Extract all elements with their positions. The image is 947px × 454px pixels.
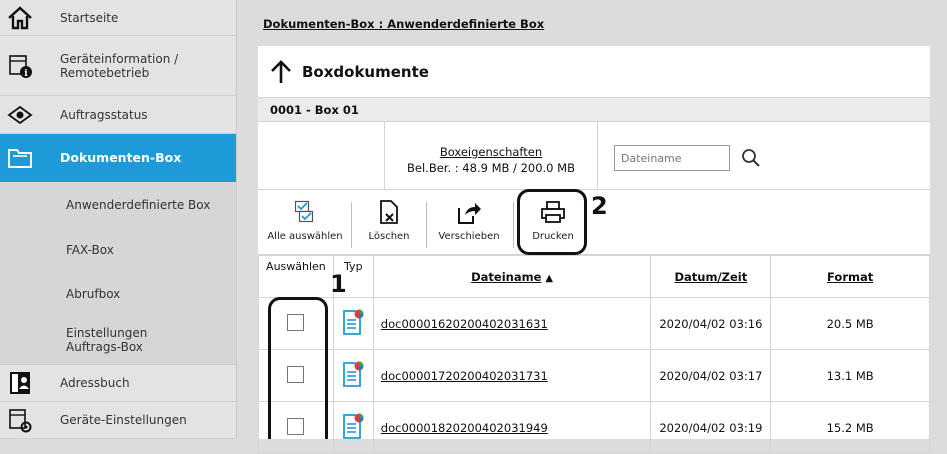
sidebar-item-label: Abrufbox [66,287,121,301]
row-checkbox[interactable] [287,417,305,435]
sidebar-item-label: Geräteinformation / Remotebetrieb [60,51,179,80]
sort-datetime-link[interactable]: Datum/Zeit [675,270,748,284]
row-checkbox[interactable] [287,313,305,331]
datetime-cell: 2020/04/02 03:19 [650,401,772,454]
panel-header: Boxdokumente [258,46,930,98]
sidebar-item-abrufbox[interactable]: Abrufbox [0,272,236,316]
sidebar-item-label: FAX-Box [66,243,114,257]
documents-table: Auswählen Typ Dateiname ▲ Datum/Zeit For… [258,255,930,454]
table-row: doc00001620200402031631 2020/04/02 03:16… [258,297,930,350]
format-cell: 13.1 MB [770,349,930,402]
print-label: Drucken [532,231,574,242]
sidebar-item-label: Startseite [60,10,119,25]
filename-link[interactable]: doc00001620200402031631 [375,317,548,331]
sidebar-item-auftragsstatus[interactable]: Auftragsstatus [0,96,236,134]
sidebar-item-fax-box[interactable]: FAX-Box [0,228,236,272]
sidebar-item-geraeteinformation[interactable]: i Geräteinformation / Remotebetrieb [0,36,236,96]
sidebar-item-label: Dokumenten-Box [60,150,182,165]
device-info-icon: i [0,36,40,95]
sidebar-item-label: Adressbuch [60,376,130,390]
sidebar-item-label: Geräte-Einstellungen [60,413,187,427]
sort-format-link[interactable]: Format [827,270,873,284]
scanned-document-icon [342,361,364,391]
datetime-cell: 2020/04/02 03:17 [650,349,772,402]
box-properties-link[interactable]: Boxeigenschaften [385,144,597,160]
select-cell [258,349,334,402]
folder-icon [0,134,40,182]
header-format[interactable]: Format [770,255,930,298]
sidebar-item-adressbuch[interactable]: Adressbuch [0,364,236,402]
table-header-row: Auswählen Typ Dateiname ▲ Datum/Zeit For… [258,255,930,298]
move-label: Verschieben [438,231,500,242]
move-button[interactable]: Verschieben [430,190,508,255]
filename-cell: doc00001620200402031631 [372,297,652,350]
row-checkbox[interactable] [287,365,305,383]
datetime-cell: 2020/04/02 03:16 [650,297,772,350]
header-datetime[interactable]: Datum/Zeit [650,255,772,298]
scanned-document-icon [342,413,364,443]
callout-number-1: 1 [330,270,347,298]
toolbar-divider [426,202,427,248]
move-document-icon [456,197,482,227]
table-row: doc00001820200402031949 2020/04/02 03:19… [258,401,930,454]
filename-cell: doc00001820200402031949 [372,401,652,454]
box-properties-row: Boxeigenschaften Bel.Ber. : 48.9 MB / 20… [258,122,930,190]
sort-filename-link[interactable]: Dateiname [471,270,541,284]
format-cell: 15.2 MB [770,401,930,454]
sidebar-item-dokumenten-box[interactable]: Dokumenten-Box [0,134,236,182]
eye-icon [0,96,40,133]
sidebar-item-label: Auftragsstatus [60,107,148,122]
delete-label: Löschen [368,231,410,242]
delete-document-icon [379,197,399,227]
delete-button[interactable]: Löschen [358,190,420,255]
page-title: Boxdokumente [302,62,429,81]
filename-link[interactable]: doc00001720200402031731 [375,369,548,383]
search-icon[interactable] [738,145,764,171]
toolbar-divider [351,202,352,248]
select-all-icon [294,197,316,227]
sidebar: Startseite i Geräteinformation / Remoteb… [0,0,237,439]
select-all-button[interactable]: Alle auswählen [266,190,344,255]
breadcrumb[interactable]: Dokumenten-Box : Anwenderdefinierte Box [263,17,544,31]
callout-number-2: 2 [591,192,608,220]
select-cell [258,297,334,350]
filename-link[interactable]: doc00001820200402031949 [375,421,548,435]
box-properties-cell: Boxeigenschaften Bel.Ber. : 48.9 MB / 20… [384,122,598,190]
usage-text: Bel.Ber. : 48.9 MB / 200.0 MB [407,161,575,175]
header-filename[interactable]: Dateiname ▲ [372,255,652,298]
arrow-up-icon[interactable] [270,59,292,84]
sidebar-item-label: Einstellungen Auftrags-Box [66,326,148,354]
type-cell [332,349,374,402]
scanned-document-icon [342,309,364,339]
print-button[interactable]: Drucken [520,190,586,255]
select-cell [258,401,334,454]
sidebar-item-startseite[interactable]: Startseite [0,0,236,36]
sidebar-item-anwenderdefinierte-box[interactable]: Anwenderdefinierte Box [0,182,236,228]
sidebar-item-geraete-einstellungen[interactable]: Geräte-Einstellungen [0,402,236,439]
toolbar-divider [513,202,514,248]
filename-search-input[interactable] [614,145,730,171]
svg-text:i: i [24,69,28,79]
address-book-icon [0,365,40,401]
box-name: 0001 - Box 01 [258,98,930,122]
sort-ascending-icon: ▲ [545,272,554,284]
select-all-label: Alle auswählen [267,231,343,242]
filename-cell: doc00001720200402031731 [372,349,652,402]
sidebar-item-label: Anwenderdefinierte Box [66,198,211,212]
home-icon [0,0,40,35]
printer-icon [540,197,566,227]
type-cell [332,401,374,454]
header-select: Auswählen [258,255,334,298]
format-cell: 20.5 MB [770,297,930,350]
sidebar-item-einstellungen-auftrags-box[interactable]: Einstellungen Auftrags-Box [0,316,236,364]
box-documents-panel: Boxdokumente 0001 - Box 01 Boxeigenschaf… [258,46,930,454]
device-settings-icon [0,402,40,438]
type-cell [332,297,374,350]
table-row: doc00001720200402031731 2020/04/02 03:17… [258,349,930,402]
